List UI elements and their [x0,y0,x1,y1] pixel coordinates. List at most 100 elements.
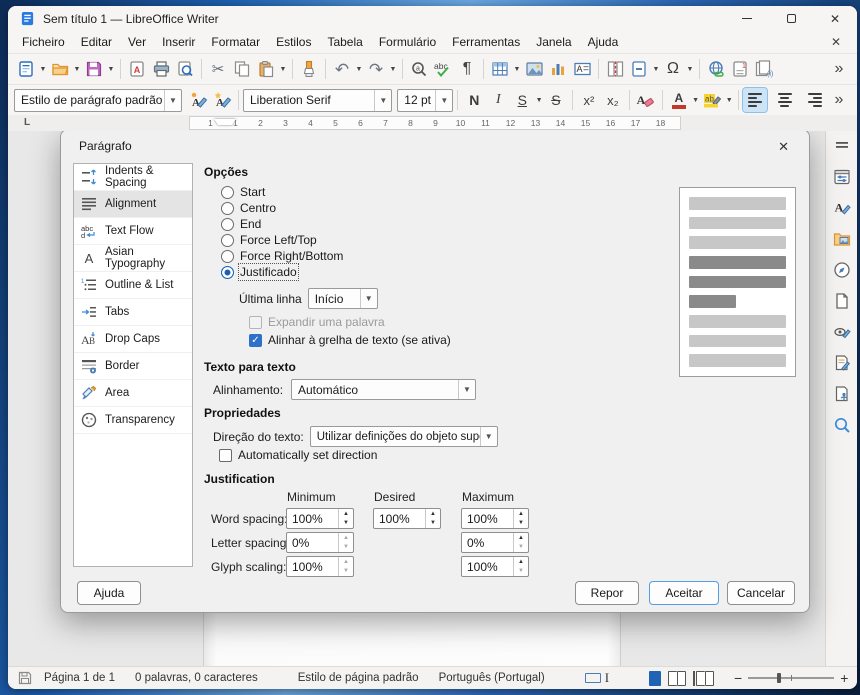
chevron-down-icon[interactable]: ▼ [374,90,391,111]
menu-estilos[interactable]: Estilos [268,32,319,52]
radio-icon[interactable] [221,218,234,231]
font-color-dropdown[interactable]: ▼ [691,88,701,112]
checkbox-icon[interactable] [219,449,232,462]
book-view-icon[interactable] [693,671,714,686]
sidebar-manage-changes-icon[interactable] [831,352,853,374]
spinner-arrows[interactable]: ▲▼ [513,533,528,552]
print-button[interactable] [149,57,173,81]
glyph-scaling-min[interactable]: 100% ▲▼ [286,556,354,577]
new-document-dropdown[interactable]: ▼ [38,57,48,81]
insert-field-dropdown[interactable]: ▼ [651,57,661,81]
dialog-close-icon[interactable]: ✕ [772,137,795,157]
sidebar-settings-icon[interactable] [831,135,853,157]
clear-formatting-button[interactable]: A [634,88,658,112]
paste-button[interactable] [254,57,278,81]
new-document-button[interactable] [14,57,38,81]
print-preview-button[interactable] [173,57,197,81]
sidebar-styles-icon[interactable]: A [831,197,853,219]
radio-force-right-bottom[interactable]: Force Right/Bottom [221,249,343,263]
sidebar-gallery-icon[interactable] [831,228,853,250]
text-direction-combo[interactable]: Utilizar definições do objeto superior ▼ [310,426,498,447]
copy-button[interactable] [230,57,254,81]
insert-cross-reference-button[interactable]: (i) [752,57,776,81]
menu-janela[interactable]: Janela [528,32,579,52]
insert-table-dropdown[interactable]: ▼ [512,57,522,81]
menu-formatar[interactable]: Formatar [203,32,268,52]
page-style[interactable]: Estilo de página padrão [288,672,429,684]
menu-ficheiro[interactable]: Ficheiro [14,32,73,52]
chevron-down-icon[interactable]: ▼ [480,427,497,446]
maximize-button[interactable] [769,6,813,31]
bold-button[interactable]: N [462,88,486,112]
align-left-button[interactable] [743,88,767,112]
paragraph-style-combo[interactable]: Estilo de parágrafo padrão ▼ [14,89,182,112]
auto-direction-row[interactable]: Automatically set direction [219,448,377,462]
alignment-combo[interactable]: Automático ▼ [291,379,476,400]
multi-page-view-icon[interactable] [668,671,686,686]
page-indicator[interactable]: Página 1 de 1 [34,672,125,684]
spinner-arrows[interactable]: ▲▼ [338,509,353,528]
save-button[interactable] [82,57,106,81]
cancel-button[interactable]: Cancelar [727,581,795,605]
formatting-marks-icon[interactable]: ¶ [455,57,479,81]
letter-spacing-min[interactable]: 0% ▲▼ [286,532,354,553]
tab-stop-selector[interactable]: L [20,117,34,129]
highlight-color-button[interactable]: ab [700,88,724,112]
spinner-arrows[interactable]: ▲▼ [513,509,528,528]
horizontal-ruler[interactable]: 1123456789101112131415161718 [189,116,681,130]
underline-dropdown[interactable]: ▼ [534,88,544,112]
chevron-down-icon[interactable]: ▼ [164,90,181,111]
radio-icon[interactable] [221,234,234,247]
ok-button[interactable]: Aceitar [649,581,719,605]
insert-page-break-button[interactable] [603,57,627,81]
align-center-button[interactable] [773,88,797,112]
radio-force-left-top[interactable]: Force Left/Top [221,233,317,247]
reset-button[interactable]: Repor [575,581,639,605]
export-pdf-button[interactable]: A [125,57,149,81]
radio-icon-checked[interactable] [221,266,234,279]
sidebar-page-icon[interactable] [831,290,853,312]
undo-dropdown[interactable]: ▼ [354,57,364,81]
font-size-combo[interactable]: 12 pt ▼ [397,89,453,112]
chevron-down-icon[interactable]: ▼ [458,380,475,399]
indent-marker[interactable] [214,119,236,125]
selection-mode-icon[interactable]: I [575,670,619,686]
menu-ajuda[interactable]: Ajuda [580,32,627,52]
menu-ferramentas[interactable]: Ferramentas [444,32,528,52]
tab-asian-typography[interactable]: A Asian Typography [74,245,192,272]
cut-icon[interactable]: ✂ [206,57,230,81]
menu-inserir[interactable]: Inserir [154,32,203,52]
insert-textbox-button[interactable]: A [570,57,594,81]
font-name-combo[interactable]: Liberation Serif ▼ [243,89,392,112]
save-status-icon[interactable] [16,669,34,687]
word-spacing-max[interactable]: 100% ▲▼ [461,508,529,529]
word-count[interactable]: 0 palavras, 0 caracteres [125,672,268,684]
word-spacing-min[interactable]: 100% ▲▼ [286,508,354,529]
insert-table-button[interactable] [488,57,512,81]
document-close-icon[interactable]: ✕ [821,35,851,49]
redo-dropdown[interactable]: ▼ [388,57,398,81]
chevron-down-icon[interactable]: ▼ [360,289,377,308]
insert-footnote-button[interactable]: 1 [728,57,752,81]
tab-area[interactable]: Area [74,380,192,407]
help-button[interactable]: Ajuda [77,581,141,605]
save-dropdown[interactable]: ▼ [106,57,116,81]
radio-icon[interactable] [221,250,234,263]
open-button[interactable] [48,57,72,81]
letter-spacing-max[interactable]: 0% ▲▼ [461,532,529,553]
clone-formatting-button[interactable] [297,57,321,81]
new-style-button[interactable]: A [210,88,234,112]
undo-icon[interactable]: ↶ [330,57,354,81]
text-language[interactable]: Português (Portugal) [429,672,555,684]
tab-border[interactable]: Border [74,353,192,380]
minimize-button[interactable] [725,6,769,31]
menu-tabela[interactable]: Tabela [319,32,370,52]
snap-grid-row[interactable]: ✓ Alinhar à grelha de texto (se ativa) [249,333,451,347]
glyph-scaling-max[interactable]: 100% ▲▼ [461,556,529,577]
zoom-out-icon[interactable]: − [734,670,742,686]
insert-field-button[interactable] [627,57,651,81]
zoom-in-icon[interactable]: + [840,670,848,686]
spinner-arrows[interactable]: ▲▼ [513,557,528,576]
strikethrough-button[interactable]: S [544,88,568,112]
radio-end[interactable]: End [221,217,261,231]
